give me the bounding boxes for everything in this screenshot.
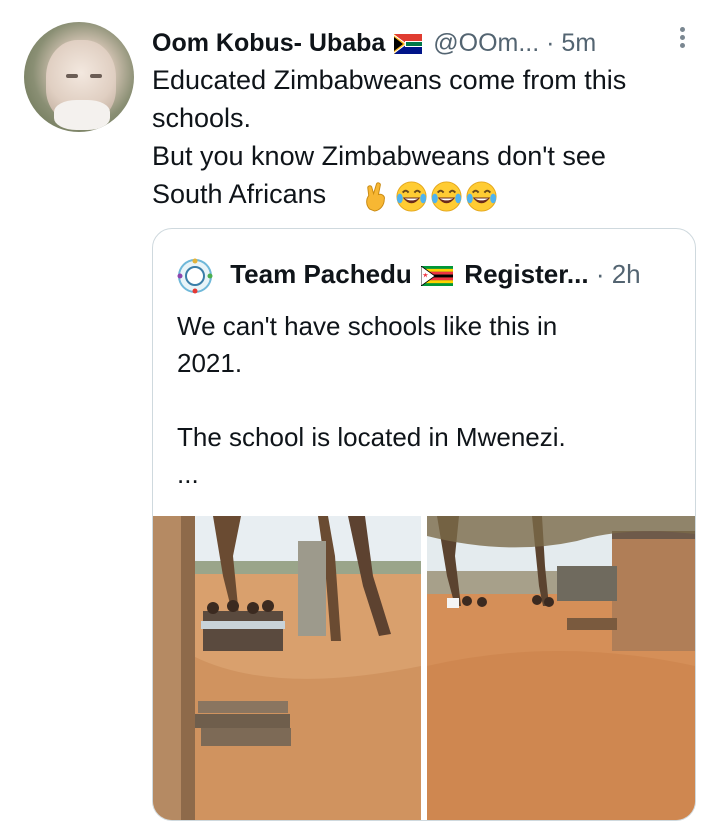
south-africa-flag-icon [394,34,423,55]
more-options-icon[interactable] [678,24,686,54]
quoted-author-name-suffix[interactable]: Register... [464,259,588,289]
emoji-row [360,180,498,214]
school-photo-2[interactable] [427,516,695,820]
zimbabwe-flag-icon [421,266,454,287]
author-avatar[interactable] [24,22,134,132]
quoted-tweet-header: Team Pachedu Register... · 2h [177,254,677,294]
avatar-beard [54,100,110,130]
quoted-author-name[interactable]: Team Pachedu [230,259,412,289]
author-name[interactable]: Oom Kobus- Ubaba [152,29,385,57]
tears-of-joy-icon [466,181,497,212]
author-handle[interactable]: @OOm... [433,29,539,57]
quoted-tweet-text: We can't have schools like this in 2021.… [177,311,566,489]
tweet-timestamp[interactable]: · 5m [546,29,596,57]
tweet-header: Oom Kobus- Ubaba @OOm... · 5m [152,26,682,60]
quoted-author-avatar-icon[interactable] [177,258,213,294]
quoted-tweet-timestamp[interactable]: · 2h [596,259,641,289]
quoted-tweet-media[interactable] [153,516,695,820]
avatar-eye-right [90,74,102,78]
tears-of-joy-icon [431,181,462,212]
quoted-tweet[interactable]: Team Pachedu Register... · 2h We can't h… [152,228,696,821]
crossed-fingers-icon [366,182,385,212]
avatar-eye-left [66,74,78,78]
school-photo-1[interactable] [153,516,421,820]
tears-of-joy-icon [396,181,427,212]
